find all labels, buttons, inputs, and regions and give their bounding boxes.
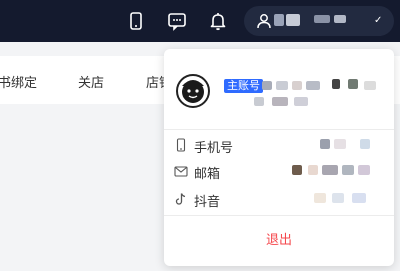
douyin-row: 抖音 bbox=[164, 189, 394, 209]
redacted-account-name bbox=[292, 81, 302, 90]
tab-close-store[interactable]: 关店 bbox=[78, 72, 104, 91]
email-label: 邮箱 bbox=[194, 166, 221, 181]
douyin-label: 抖音 bbox=[194, 194, 221, 209]
redacted-username bbox=[334, 15, 346, 23]
chevron-down-icon: ✓ bbox=[374, 15, 383, 26]
redacted-phone bbox=[320, 139, 330, 149]
chat-icon[interactable] bbox=[166, 10, 188, 32]
redacted-account-name bbox=[306, 81, 320, 90]
redacted-account-name bbox=[276, 81, 288, 90]
douyin-icon bbox=[174, 192, 188, 206]
redacted-email bbox=[308, 165, 318, 175]
redacted-username bbox=[274, 14, 284, 26]
redacted-douyin bbox=[314, 193, 326, 203]
account-menu-trigger[interactable]: ✓ bbox=[244, 6, 394, 36]
phone-icon bbox=[174, 138, 188, 152]
redacted-account-name bbox=[348, 79, 358, 89]
phone-row: 手机号 bbox=[164, 135, 394, 155]
redacted-email bbox=[358, 165, 370, 175]
redacted-email bbox=[322, 165, 338, 175]
redacted-account-name bbox=[332, 79, 340, 89]
phone-label: 手机号 bbox=[194, 140, 234, 155]
email-row: 邮箱 bbox=[164, 161, 394, 181]
user-icon bbox=[256, 13, 272, 29]
main-account-badge: 主账号 bbox=[224, 79, 263, 93]
redacted-account-id bbox=[294, 97, 308, 106]
avatar bbox=[176, 74, 210, 108]
account-dropdown: 主账号 手机号 邮箱 抖音 退出 bbox=[164, 49, 394, 266]
redacted-phone bbox=[334, 139, 346, 149]
redacted-phone bbox=[360, 139, 370, 149]
mail-icon bbox=[174, 164, 188, 178]
logout-button[interactable]: 退出 bbox=[164, 229, 394, 248]
bell-icon[interactable] bbox=[207, 10, 229, 32]
phone-icon[interactable] bbox=[125, 10, 147, 32]
redacted-account-name bbox=[262, 81, 272, 90]
top-navigation-bar: ✓ bbox=[0, 0, 400, 42]
redacted-email bbox=[342, 165, 354, 175]
redacted-account-name bbox=[364, 81, 376, 90]
redacted-account-id bbox=[254, 97, 264, 106]
redacted-username bbox=[286, 14, 300, 26]
tab-binding[interactable]: 书绑定 bbox=[0, 72, 37, 91]
redacted-username bbox=[314, 15, 330, 23]
redacted-douyin bbox=[332, 193, 344, 203]
divider bbox=[164, 215, 394, 216]
divider bbox=[164, 129, 394, 130]
redacted-email bbox=[292, 165, 302, 175]
redacted-douyin bbox=[352, 193, 366, 203]
redacted-account-id bbox=[272, 97, 288, 106]
